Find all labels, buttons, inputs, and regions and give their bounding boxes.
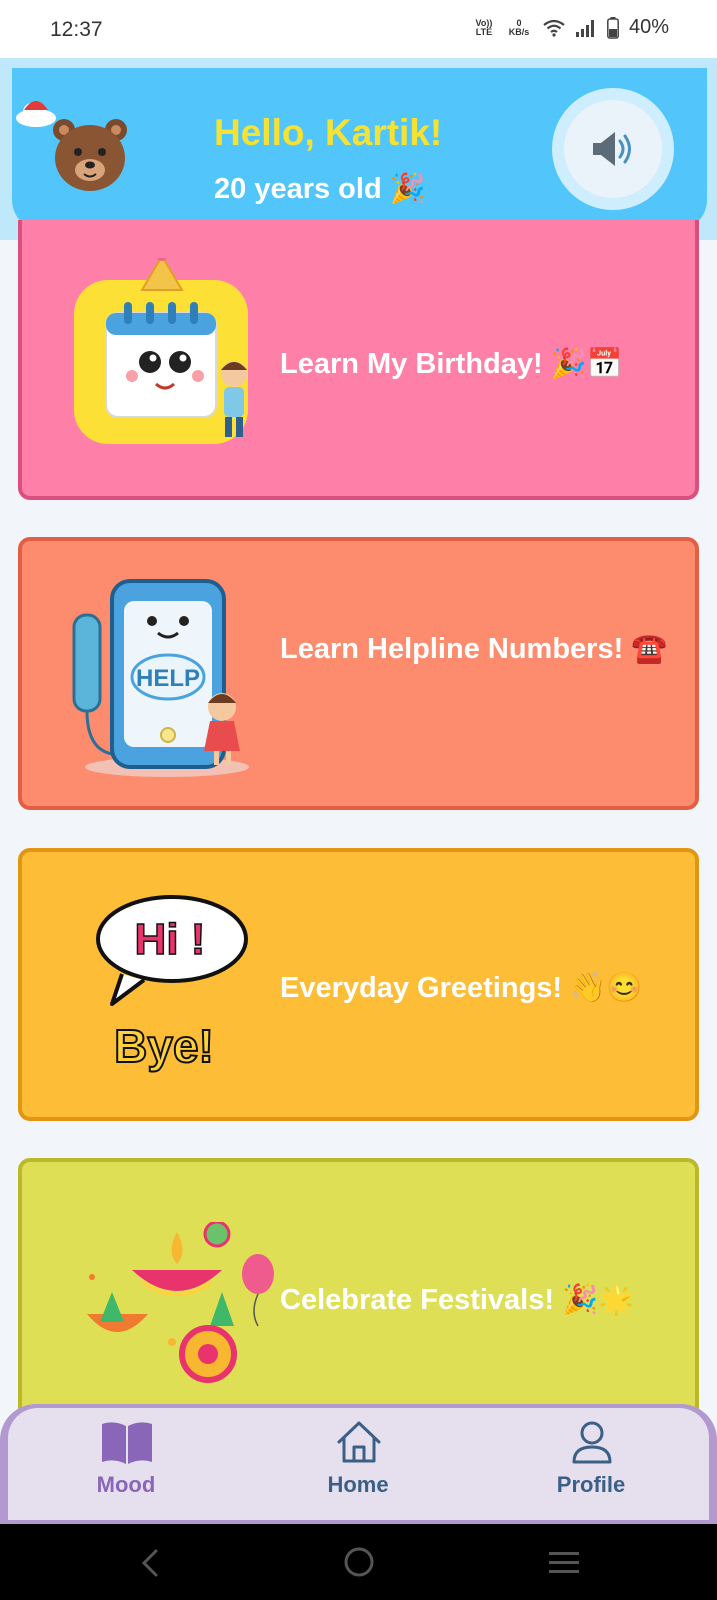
festival-diya-illustration	[87, 1222, 274, 1383]
home-circle-icon[interactable]	[343, 1546, 375, 1578]
status-icons: Vo)) LTE 0 KB/s 40%	[473, 16, 669, 39]
nav-profile[interactable]: Profile	[511, 1408, 671, 1520]
bear-avatar-icon	[16, 101, 127, 191]
festivals-card-label: Celebrate Festivals! 🎉🌟	[280, 1284, 635, 1316]
speaker-button[interactable]	[552, 88, 674, 210]
status-time: 12:37	[50, 18, 103, 41]
hi-bye-speech-bubble-illustration: Hi ! Bye!	[96, 895, 248, 1073]
battery-icon	[607, 16, 619, 39]
bye-text: Bye!	[114, 1020, 214, 1072]
greetings-card[interactable]: Hi ! Bye! Everyday Greetings! 👋😊	[18, 848, 699, 1121]
home-icon	[337, 1421, 381, 1463]
greeting-title: Hello, Kartik!	[214, 112, 443, 153]
person-icon	[572, 1421, 612, 1464]
recents-icon[interactable]	[547, 1550, 581, 1576]
speed-unit: KB/s	[508, 26, 530, 37]
nav-profile-label: Profile	[556, 1472, 626, 1497]
speaker-button-inner[interactable]	[564, 100, 662, 198]
greetings-card-label: Everyday Greetings! 👋😊	[280, 972, 643, 1004]
wifi-icon	[543, 19, 565, 37]
signal-icon	[575, 19, 594, 37]
helpline-phone-illustration: HELP	[72, 579, 249, 777]
network-speed: 0 KB/s	[505, 18, 533, 37]
book-icon	[102, 1422, 152, 1464]
status-bar: 12:37 Vo)) LTE 0 KB/s 40%	[0, 0, 717, 58]
bottom-navigation: Mood Home Profile	[0, 1404, 717, 1524]
system-navigation-bar	[0, 1524, 717, 1600]
back-icon[interactable]	[138, 1548, 162, 1578]
speaker-icon	[593, 132, 631, 166]
helpline-card-label: Learn Helpline Numbers! ☎️	[280, 633, 668, 665]
birthday-calendar-illustration	[74, 258, 248, 444]
bottom-navigation-panel: Mood Home Profile	[8, 1408, 709, 1520]
nav-mood[interactable]: Mood	[46, 1408, 206, 1520]
hi-text: Hi !	[135, 915, 206, 964]
age-text: 20 years old 🎉	[214, 173, 426, 205]
helpline-card[interactable]: HELP Learn Helpline Numbers! ☎️	[18, 537, 699, 810]
help-text: HELP	[136, 665, 200, 692]
birthday-card-label: Learn My Birthday! 🎉📅	[280, 348, 623, 380]
birthday-card[interactable]: Learn My Birthday! 🎉📅	[18, 220, 699, 500]
header-panel: Hello, Kartik! 20 years old 🎉	[12, 68, 707, 230]
nav-mood-label: Mood	[96, 1472, 156, 1497]
battery-percent: 40%	[628, 16, 669, 38]
app-header: Hello, Kartik! 20 years old 🎉	[0, 58, 717, 240]
nav-home[interactable]: Home	[278, 1408, 438, 1520]
nav-home-label: Home	[327, 1472, 389, 1497]
volte-icon: Vo)) LTE	[475, 17, 493, 37]
